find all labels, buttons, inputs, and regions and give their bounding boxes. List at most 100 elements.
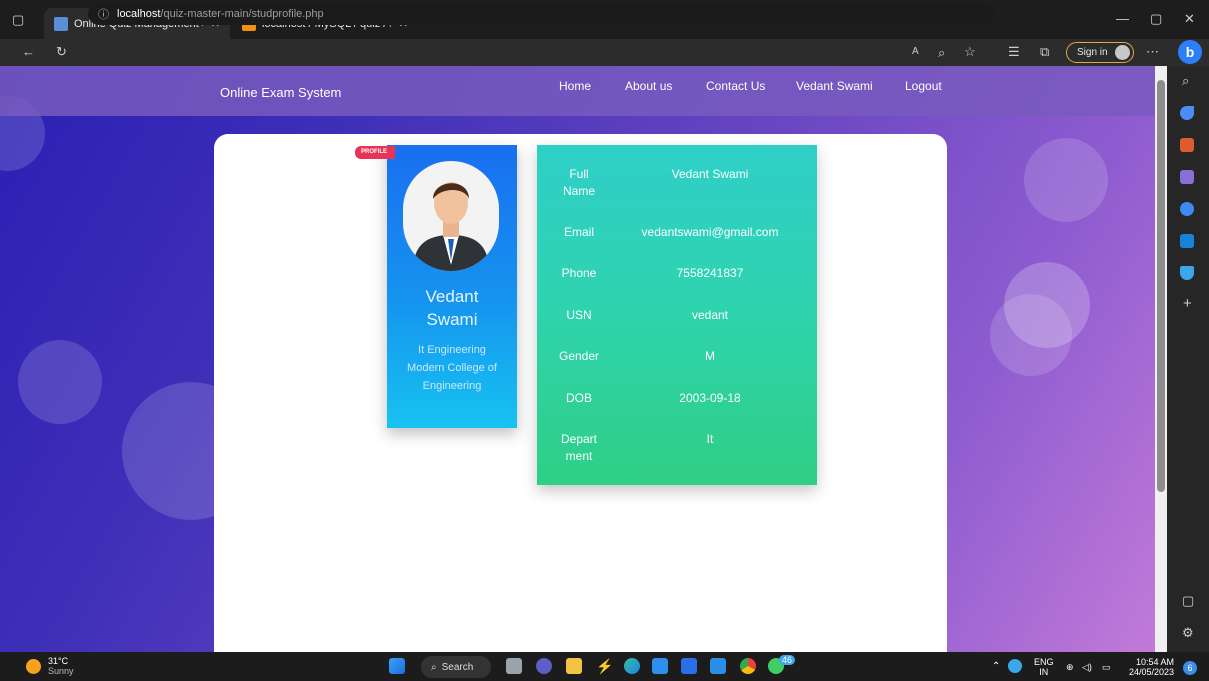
refresh-icon[interactable]: ↻ <box>56 45 67 58</box>
sign-in-label: Sign in <box>1077 47 1108 58</box>
detail-label: Depart ment <box>557 431 601 465</box>
dropbox-icon[interactable] <box>681 658 697 674</box>
decor-bubble <box>1004 262 1090 348</box>
decor-bubble <box>18 340 102 424</box>
detail-label: DOB <box>565 391 592 405</box>
favorite-icon[interactable]: ☆ <box>964 45 976 58</box>
restore-icon[interactable]: ▢ <box>1150 12 1162 25</box>
tab-actions-icon[interactable]: ▢ <box>12 13 24 26</box>
detail-label-line1: Full <box>569 167 589 181</box>
weather-condition: Sunny <box>48 666 74 676</box>
vscode-icon[interactable] <box>710 658 726 674</box>
nav-home[interactable]: Home <box>559 79 591 93</box>
sun-weather-icon[interactable] <box>26 659 41 674</box>
profile-name: Vedant Swami <box>387 285 517 331</box>
detail-value: Vedant Swami <box>671 167 749 181</box>
weather-temp: 31°C <box>48 656 69 666</box>
sidebar-shopping-icon[interactable] <box>1180 106 1194 120</box>
detail-label: USN <box>566 308 592 322</box>
scrollbar-thumb[interactable] <box>1157 80 1165 492</box>
edge-browser-icon[interactable] <box>624 658 640 674</box>
read-aloud-icon[interactable]: A <box>912 47 919 57</box>
collections-icon[interactable]: ⧉ <box>1040 45 1049 58</box>
profile-branch: It Engineering <box>418 344 486 356</box>
detail-value: M <box>705 349 715 363</box>
sidebar-tools-icon[interactable] <box>1180 138 1194 152</box>
profile-avatar-icon <box>1115 45 1130 60</box>
detail-value: 7558241837 <box>676 266 744 280</box>
whatsapp-badge: 46 <box>779 655 796 665</box>
clock-time: 10:54 AM <box>1135 657 1174 667</box>
edge-sidebar <box>1167 66 1209 652</box>
tray-overflow-icon[interactable]: ⌃ <box>992 662 1000 672</box>
nav-about-us[interactable]: About us <box>625 79 672 93</box>
favorites-bar-icon[interactable]: ☰ <box>1008 45 1020 58</box>
detail-label: Full Name <box>557 166 601 200</box>
tray-weather-icon[interactable] <box>1008 659 1022 673</box>
nav-logout[interactable]: Logout <box>905 79 942 93</box>
profile-first-name: Vedant <box>425 287 479 306</box>
sidebar-drop-icon[interactable] <box>1180 266 1194 280</box>
sidebar-settings-icon[interactable]: ⚙ <box>1182 626 1194 639</box>
nav-contact-us[interactable]: Contact Us <box>706 79 765 93</box>
url-host: localhost <box>117 8 161 20</box>
details-panel: Full Name Vedant Swami Email vedantswami@… <box>537 145 817 485</box>
weather-widget[interactable]: 31°C Sunny <box>48 656 74 676</box>
back-icon[interactable]: ← <box>22 45 35 58</box>
windows-start-icon[interactable] <box>389 658 405 674</box>
profile-ribbon: PROFILE <box>355 146 395 159</box>
sidebar-games-icon[interactable] <box>1180 170 1194 184</box>
url-path: /quiz-master-main/studprofile.php <box>160 8 324 20</box>
bing-icon[interactable]: b <box>1178 40 1202 64</box>
sidebar-layout-icon[interactable]: ▢ <box>1182 594 1194 607</box>
network-icon[interactable]: ⊕ <box>1066 662 1074 672</box>
task-view-icon[interactable] <box>506 658 522 674</box>
minimize-icon[interactable]: — <box>1116 12 1129 25</box>
info-icon: ⓘ <box>98 9 109 21</box>
taskbar-search[interactable]: ⌕ Search <box>421 656 491 678</box>
notification-count-badge[interactable]: 6 <box>1183 661 1197 675</box>
profile-last-name: Swami <box>426 310 478 329</box>
volume-icon[interactable]: ◁) <box>1082 662 1092 672</box>
teams-icon[interactable] <box>536 658 552 674</box>
site-navbar: Online Exam System Home About us Contact… <box>0 66 1155 116</box>
detail-label: Email <box>563 225 594 239</box>
address-bar <box>0 39 1209 66</box>
sidebar-add-icon[interactable]: + <box>1183 296 1192 311</box>
search-label: Search <box>441 661 474 673</box>
terminal-icon[interactable]: ⚡ <box>596 658 613 674</box>
file-explorer-icon[interactable] <box>566 658 582 674</box>
quiz-favicon-icon <box>54 16 68 31</box>
zoom-icon[interactable]: ⌕ <box>938 46 945 59</box>
profile-college-line1: Modern College of <box>407 362 497 374</box>
site-brand[interactable]: Online Exam System <box>220 85 341 100</box>
language-indicator[interactable]: ENG IN <box>1034 657 1054 677</box>
user-avatar-icon <box>413 182 489 271</box>
search-icon: ⌕ <box>431 661 437 673</box>
clock[interactable]: 10:54 AM 24/05/2023 <box>1128 657 1174 677</box>
profile-panel: Vedant Swami It Engineering Modern Colle… <box>387 145 517 428</box>
more-menu-icon[interactable]: ⋯ <box>1146 45 1159 58</box>
lang-secondary: IN <box>1039 667 1049 677</box>
sign-in-button[interactable]: Sign in <box>1066 42 1134 63</box>
profile-info: It Engineering Modern College of Enginee… <box>387 341 517 395</box>
detail-label-line2: Name <box>562 184 595 198</box>
store-icon[interactable] <box>652 658 668 674</box>
detail-value: vedantswami@gmail.com <box>641 225 779 239</box>
detail-label-line1: Depart <box>560 432 598 446</box>
detail-label: Phone <box>561 266 597 280</box>
detail-label-line2: ment <box>565 449 593 463</box>
avatar <box>403 161 499 271</box>
decor-bubble <box>1024 138 1108 222</box>
sidebar-outlook-icon[interactable] <box>1180 234 1194 248</box>
detail-label: Gender <box>558 349 600 363</box>
chrome-icon[interactable] <box>740 658 756 674</box>
close-window-icon[interactable]: ✕ <box>1184 12 1195 25</box>
nav-user-name[interactable]: Vedant Swami <box>796 79 873 93</box>
url-field[interactable]: ⓘ localhost /quiz-master-main/studprofil… <box>88 3 994 25</box>
sidebar-copilot-icon[interactable] <box>1180 202 1194 216</box>
sidebar-search-icon[interactable]: ⌕ <box>1182 74 1189 87</box>
battery-icon[interactable]: ▭ <box>1102 662 1111 672</box>
profile-college-line2: Engineering <box>422 380 482 392</box>
detail-value: 2003-09-18 <box>679 391 741 405</box>
